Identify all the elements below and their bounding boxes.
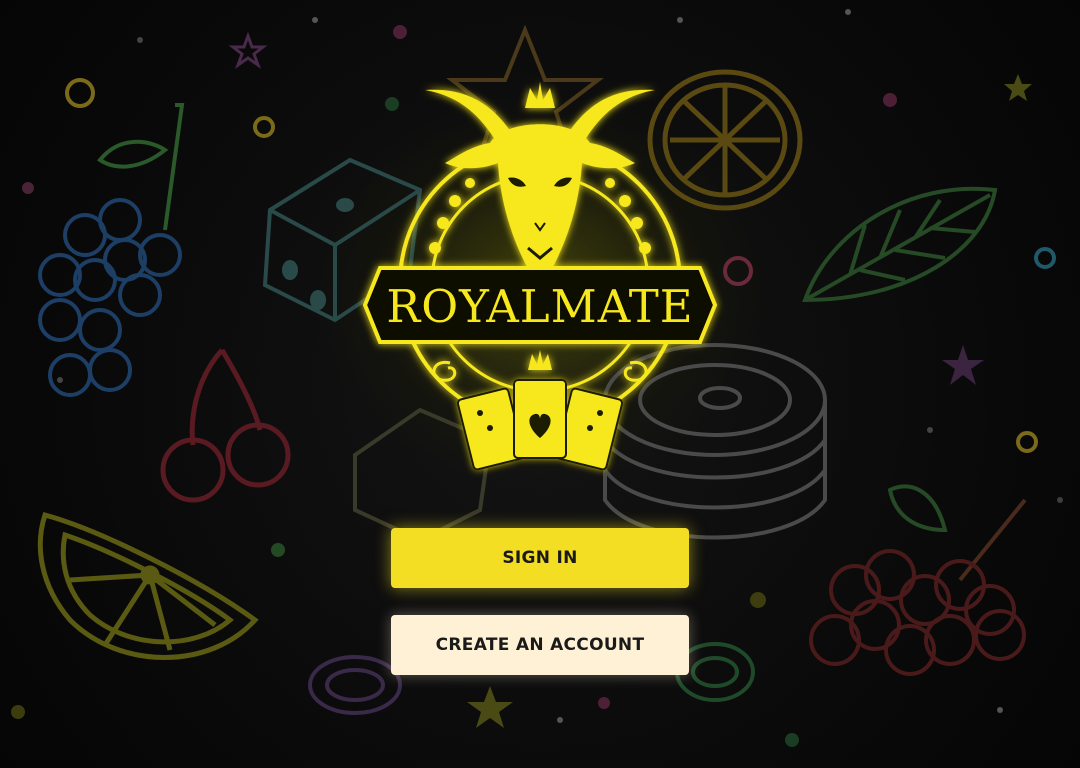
create-account-button[interactable]: CREATE AN ACCOUNT bbox=[391, 615, 689, 675]
login-screen: ROYALMATE SIGN IN CREATE AN ACCOUNT bbox=[0, 0, 1080, 768]
cherries-icon bbox=[811, 486, 1025, 674]
leaf-icon bbox=[805, 189, 995, 300]
card-icon bbox=[456, 379, 624, 471]
crown-icon bbox=[528, 350, 552, 370]
grapes-icon bbox=[40, 105, 182, 395]
casino-chip-icon bbox=[310, 657, 400, 713]
brand-name: ROYALMATE bbox=[386, 280, 693, 333]
lemon-icon bbox=[40, 515, 255, 658]
royalmate-logo: ROYALMATE bbox=[362, 82, 718, 471]
cherries-icon bbox=[163, 350, 288, 500]
sign-in-button[interactable]: SIGN IN bbox=[391, 528, 689, 588]
crown-icon bbox=[525, 82, 555, 108]
